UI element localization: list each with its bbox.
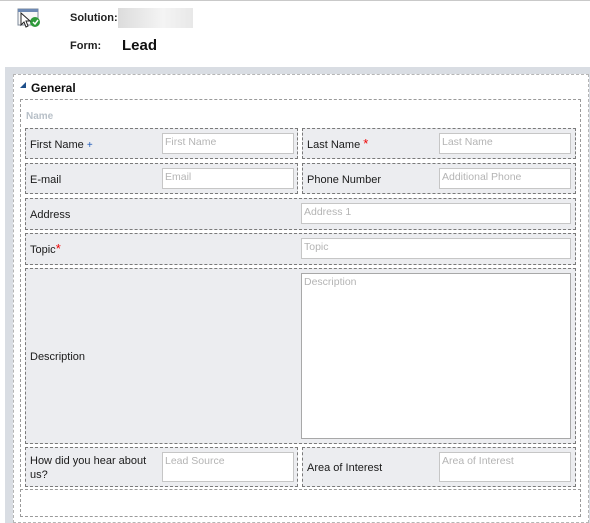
tab-title: General xyxy=(31,81,76,95)
section-bottom-divider xyxy=(20,489,581,491)
topic-input[interactable]: Topic xyxy=(301,238,571,259)
required-marker: * xyxy=(55,241,61,256)
form-name: Lead xyxy=(122,37,158,54)
area-of-interest-label: Area of Interest xyxy=(307,462,383,474)
phone-number-label: Phone Number xyxy=(307,174,381,186)
recommended-marker: + xyxy=(86,140,93,151)
area-of-interest-input[interactable]: Area of Interest xyxy=(439,452,571,482)
description-label: Description xyxy=(30,351,86,363)
first-name-label: First Name + xyxy=(30,139,93,151)
top-border xyxy=(0,0,590,1)
lead-source-label: How did you hear about us? xyxy=(30,455,147,481)
first-name-input[interactable]: First Name xyxy=(162,133,294,154)
solution-name-redacted xyxy=(118,8,193,28)
section-title: Name xyxy=(26,111,54,122)
email-input[interactable]: Email xyxy=(162,168,294,189)
last-name-label: Last Name * xyxy=(307,136,369,152)
last-name-input[interactable]: Last Name xyxy=(439,133,571,154)
phone-number-input[interactable]: Additional Phone xyxy=(439,168,571,189)
collapse-arrow-icon[interactable] xyxy=(20,82,26,88)
topic-label: Topic* xyxy=(30,241,61,257)
description-textarea[interactable]: Description xyxy=(301,273,571,439)
form-label: Form: xyxy=(70,40,102,52)
solution-label: Solution: xyxy=(70,12,118,24)
address-input[interactable]: Address 1 xyxy=(301,203,571,224)
email-label: E-mail xyxy=(30,174,62,186)
form-editor-icon xyxy=(17,8,40,28)
required-marker: * xyxy=(363,136,369,151)
lead-source-input[interactable]: Lead Source xyxy=(162,452,294,482)
address-label: Address xyxy=(30,209,71,221)
